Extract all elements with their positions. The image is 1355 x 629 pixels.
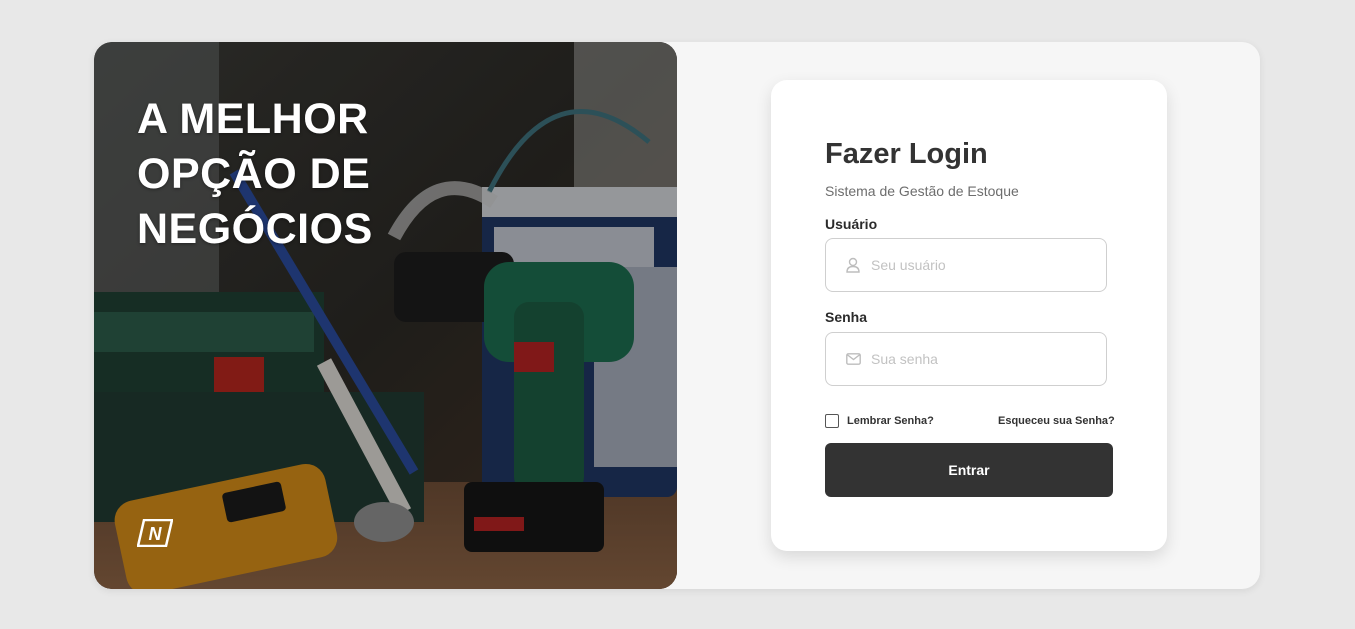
remember-password[interactable]: Lembrar Senha? [825,414,934,428]
password-field[interactable] [825,332,1107,386]
hero-headline-line: OPÇÃO DE [137,150,371,198]
hero-headline-line: A MELHOR [137,95,369,143]
login-subtitle: Sistema de Gestão de Estoque [825,183,1019,199]
hero-headline-line: NEGÓCIOS [137,205,373,253]
password-label: Senha [825,309,868,325]
envelope-icon [846,351,862,367]
login-form-card: Fazer Login Sistema de Gestão de Estoque… [771,80,1167,551]
username-field[interactable] [825,238,1107,292]
remember-checkbox[interactable] [825,414,839,428]
password-input[interactable] [871,351,1101,367]
user-icon [846,257,862,273]
hero-panel: A MELHOR OPÇÃO DE NEGÓCIOS N [94,42,677,589]
login-container: A MELHOR OPÇÃO DE NEGÓCIOS N Fazer Login… [94,42,1260,589]
username-input[interactable] [871,257,1101,273]
svg-text:N: N [149,524,163,544]
remember-label: Lembrar Senha? [847,415,934,427]
login-button[interactable]: Entrar [825,443,1113,497]
n-logo-icon: N [137,519,173,547]
forgot-password-link[interactable]: Esqueceu sua Senha? [998,415,1115,427]
login-title: Fazer Login [825,138,988,170]
username-label: Usuário [825,216,878,232]
hero-headline: A MELHOR OPÇÃO DE NEGÓCIOS [137,92,437,257]
